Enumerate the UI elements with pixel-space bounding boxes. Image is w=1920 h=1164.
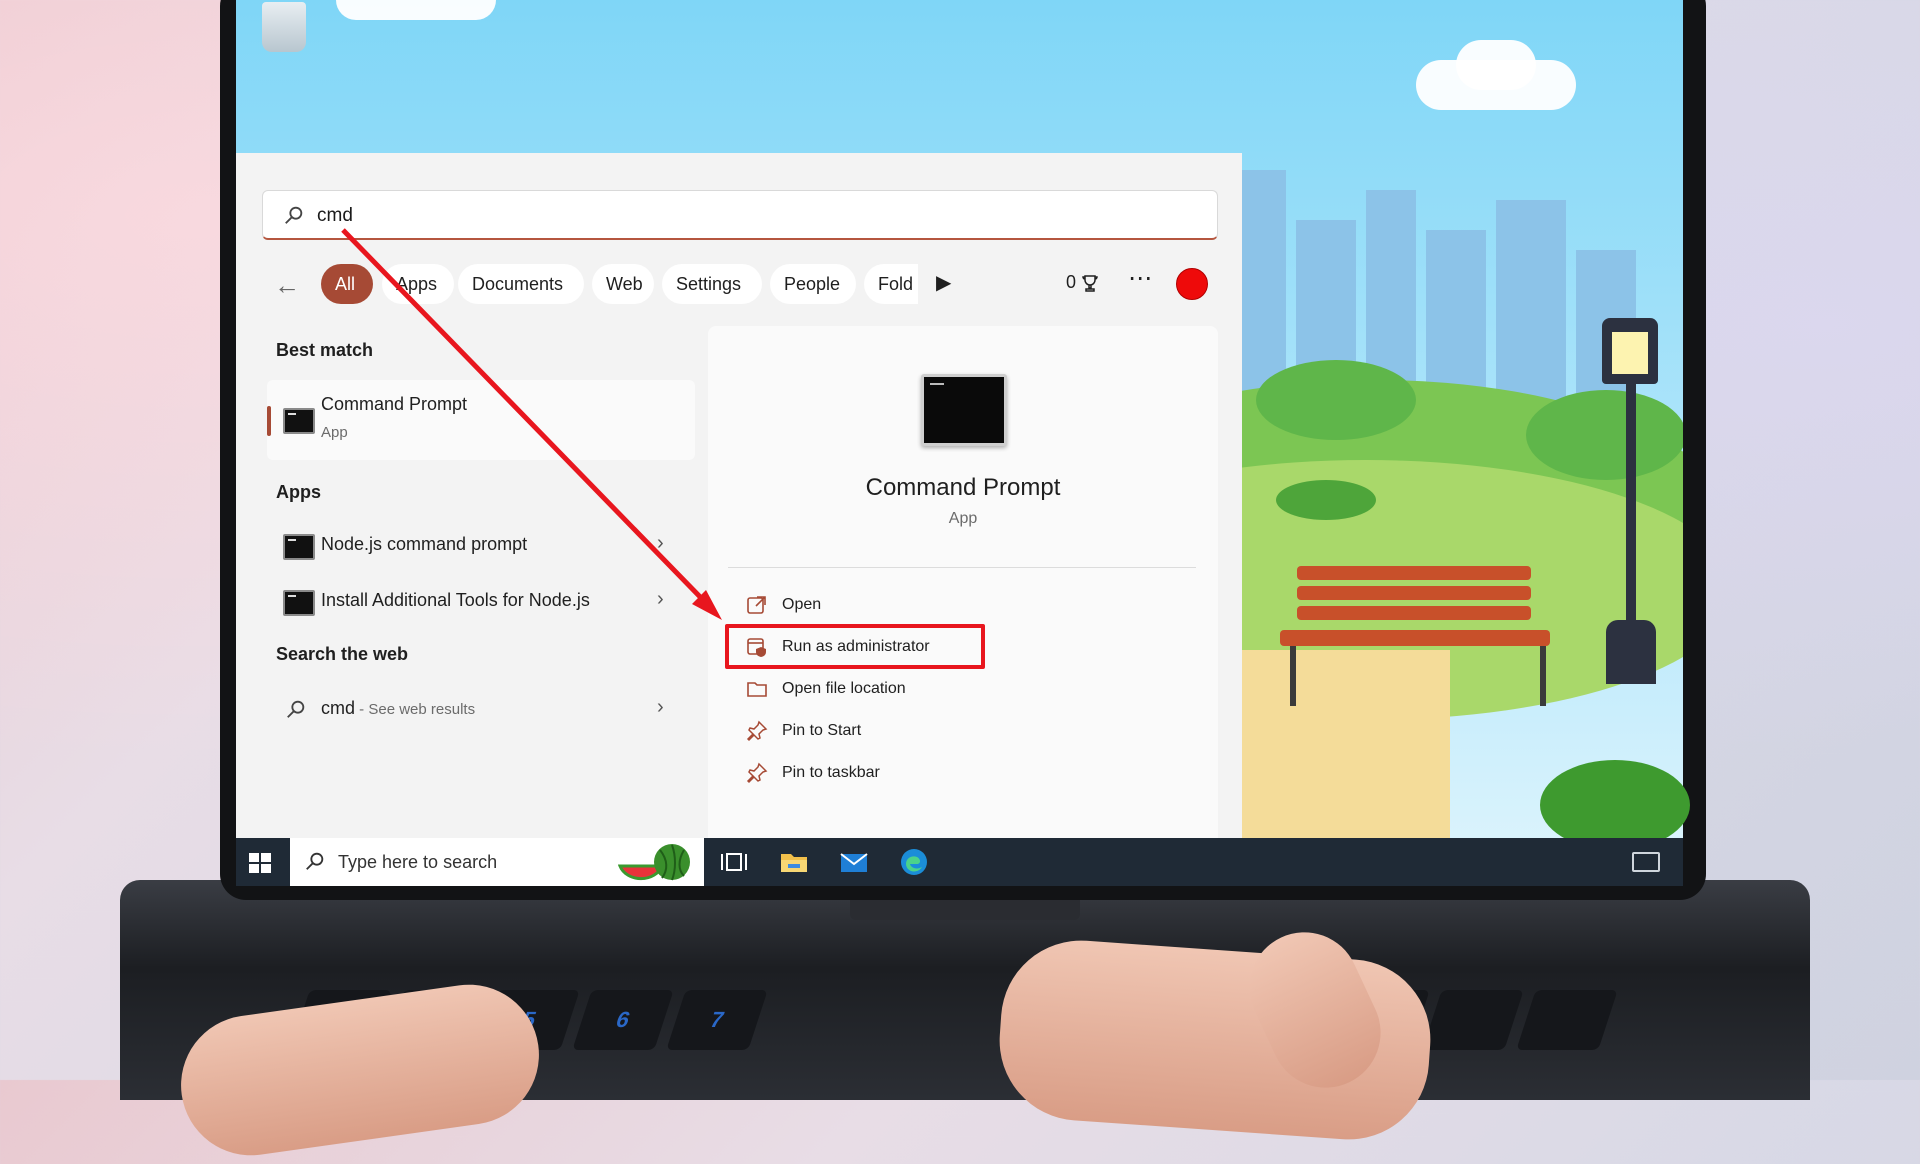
command-prompt-icon bbox=[283, 408, 315, 434]
tab-people[interactable]: People bbox=[770, 264, 856, 304]
best-match-subtitle: App bbox=[321, 424, 348, 441]
web-query: cmd bbox=[321, 698, 356, 718]
console-icon bbox=[283, 590, 315, 616]
filter-bar: ← All Apps Documents Web Settings People… bbox=[270, 264, 1228, 306]
chevron-right-icon[interactable]: › bbox=[657, 696, 664, 719]
detail-subtitle: App bbox=[948, 510, 978, 527]
action-label: Open file location bbox=[782, 680, 906, 697]
news-widget-icon[interactable] bbox=[1632, 852, 1660, 872]
action-open-file-location[interactable]: Open file location bbox=[742, 674, 1042, 706]
best-match-title: Command Prompt bbox=[321, 394, 468, 414]
pin-icon bbox=[746, 762, 768, 784]
tab-apps[interactable]: Apps bbox=[382, 264, 454, 304]
best-match-heading: Best match bbox=[276, 340, 374, 360]
app-result-nodejs-prompt[interactable]: Node.js command prompt › bbox=[267, 522, 687, 568]
points-value: 0 bbox=[1066, 272, 1077, 292]
apps-heading: Apps bbox=[276, 482, 321, 502]
divider bbox=[728, 567, 1196, 568]
action-label: Pin to taskbar bbox=[782, 764, 880, 781]
trophy-icon bbox=[1082, 274, 1098, 292]
watermelon-icon bbox=[618, 844, 690, 881]
web-result[interactable]: cmd - See web results › bbox=[267, 686, 687, 732]
tab-settings[interactable]: Settings bbox=[662, 264, 762, 304]
search-icon bbox=[285, 206, 303, 224]
taskbar-search-placeholder: Type here to search bbox=[338, 852, 498, 872]
avatar[interactable] bbox=[1176, 268, 1208, 300]
tab-web[interactable]: Web bbox=[592, 264, 654, 304]
pin-icon bbox=[746, 720, 768, 742]
selection-indicator bbox=[267, 406, 271, 436]
action-label: Open bbox=[782, 596, 822, 613]
app-result-nodejs-tools[interactable]: Install Additional Tools for Node.js › bbox=[267, 578, 687, 624]
search-value: cmd bbox=[317, 205, 353, 226]
windows-start-icon[interactable] bbox=[248, 852, 272, 874]
folder-icon bbox=[747, 682, 767, 697]
best-match-result[interactable]: Command Prompt App bbox=[267, 380, 695, 460]
action-open[interactable]: Open bbox=[742, 590, 1042, 622]
list-item-label: Install Additional Tools for Node.js bbox=[321, 590, 590, 610]
action-pin-to-start[interactable]: Pin to Start bbox=[742, 716, 1042, 748]
search-icon bbox=[287, 700, 305, 718]
command-prompt-large-icon bbox=[921, 374, 1007, 446]
rewards-points[interactable]: 0 bbox=[1066, 272, 1100, 293]
search-icon bbox=[306, 852, 324, 870]
search-input[interactable]: cmd bbox=[262, 190, 1218, 240]
bench bbox=[1297, 566, 1531, 580]
action-label: Pin to Start bbox=[782, 722, 862, 739]
more-options-icon[interactable]: ⋯ bbox=[1128, 264, 1153, 293]
file-explorer-icon[interactable] bbox=[778, 846, 810, 878]
detail-title: Command Prompt bbox=[865, 474, 1061, 501]
recycle-bin-icon[interactable] bbox=[262, 2, 306, 52]
action-pin-to-taskbar[interactable]: Pin to taskbar bbox=[742, 758, 1042, 790]
task-view-icon[interactable] bbox=[718, 846, 750, 878]
chevron-right-icon[interactable]: › bbox=[657, 588, 664, 611]
tab-documents[interactable]: Documents bbox=[458, 264, 584, 304]
tab-folders[interactable]: Fold bbox=[864, 264, 918, 304]
console-icon bbox=[283, 534, 315, 560]
web-suffix: - See web results bbox=[355, 701, 476, 718]
list-item-label: Node.js command prompt bbox=[321, 534, 528, 554]
web-heading: Search the web bbox=[276, 644, 409, 664]
edge-browser-icon[interactable] bbox=[898, 846, 930, 878]
back-button[interactable]: ← bbox=[270, 270, 304, 300]
mail-icon[interactable] bbox=[838, 846, 870, 878]
chevron-right-icon[interactable]: › bbox=[657, 532, 664, 555]
tab-all[interactable]: All bbox=[321, 264, 373, 304]
scroll-right-icon[interactable]: ▶ bbox=[936, 270, 951, 295]
open-icon bbox=[747, 596, 766, 614]
highlight-box bbox=[725, 624, 985, 669]
